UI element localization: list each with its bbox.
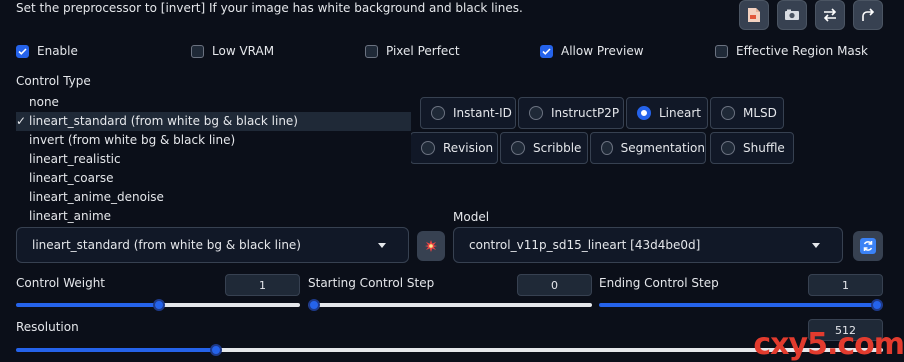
refresh-icon — [860, 238, 876, 254]
radio-segmentation[interactable]: Segmentation — [590, 132, 706, 164]
radio-label: Segmentation — [620, 141, 705, 155]
pixel-perfect-label: Pixel Perfect — [386, 44, 460, 58]
chevron-down-icon — [812, 243, 820, 248]
open-file-button[interactable] — [739, 0, 769, 30]
dropdown-option[interactable]: lineart_anime — [16, 207, 411, 226]
radio-mlsd[interactable]: MLSD — [710, 97, 784, 129]
radio-label: Instant-ID — [453, 106, 512, 120]
radio-dot-icon — [721, 141, 735, 155]
dropdown-option[interactable]: invert (from white bg & black line) — [16, 131, 411, 150]
radio-lineart[interactable]: Lineart — [626, 97, 708, 129]
radio-dot-icon — [529, 106, 543, 120]
control-weight-slider-thumb[interactable] — [153, 299, 165, 311]
radio-revision[interactable]: Revision — [410, 132, 498, 164]
resolution-label: Resolution — [16, 320, 79, 334]
control-weight-slider-fill — [16, 303, 158, 307]
control-type-label: Control Type — [16, 74, 91, 88]
explosion-icon — [425, 240, 437, 252]
control-weight-label: Control Weight — [16, 276, 105, 290]
radio-dot-icon — [601, 141, 613, 155]
run-preprocessor-button[interactable] — [417, 231, 445, 261]
radio-scribble[interactable]: Scribble — [500, 132, 588, 164]
send-icon — [862, 8, 875, 21]
file-icon — [748, 8, 760, 22]
radio-label: Shuffle — [743, 141, 785, 155]
preprocessor-hint: Set the preprocessor to [invert] If your… — [16, 1, 523, 15]
radio-label: InstructP2P — [551, 106, 620, 120]
effective-region-mask-checkbox[interactable]: Effective Region Mask — [715, 44, 868, 58]
radio-instructp2p[interactable]: InstructP2P — [518, 97, 624, 129]
starting-step-slider-thumb[interactable] — [308, 299, 320, 311]
preprocessor-value: lineart_standard (from white bg & black … — [32, 238, 301, 252]
ending-step-label: Ending Control Step — [599, 276, 719, 290]
resolution-slider-thumb[interactable] — [210, 344, 222, 356]
radio-dot-icon — [721, 106, 735, 120]
dropdown-option[interactable]: lineart_anime_denoise — [16, 188, 411, 207]
pixel-perfect-checkbox[interactable]: Pixel Perfect — [365, 44, 460, 58]
starting-step-slider-track[interactable] — [308, 303, 592, 307]
radio-dot-icon — [431, 106, 445, 120]
radio-dot-icon — [421, 141, 435, 155]
preprocessor-select[interactable]: lineart_standard (from white bg & black … — [16, 227, 409, 263]
dropdown-option[interactable]: none — [16, 93, 411, 112]
dropdown-option[interactable]: lineart_coarse — [16, 169, 411, 188]
radio-dot-icon — [511, 141, 525, 155]
checkbox-checked-icon — [540, 44, 553, 58]
dropdown-option-selected[interactable]: ✓ lineart_standard (from white bg & black… — [16, 112, 411, 131]
checkmark-icon: ✓ — [16, 114, 27, 128]
model-select[interactable]: control_v11p_sd15_lineart [43d4be0d] — [453, 227, 843, 263]
camera-icon — [785, 9, 799, 20]
radio-label: MLSD — [743, 106, 777, 120]
preprocessor-dropdown-list: none ✓ lineart_standard (from white bg & … — [16, 93, 411, 226]
chevron-down-icon — [378, 243, 386, 248]
ending-step-slider-thumb[interactable] — [871, 299, 883, 311]
enable-checkbox[interactable]: Enable — [16, 44, 78, 58]
enable-label: Enable — [37, 44, 78, 58]
send-button[interactable] — [853, 0, 883, 30]
starting-step-input[interactable]: 0 — [517, 274, 592, 296]
control-weight-slider-track[interactable] — [158, 303, 300, 307]
low-vram-label: Low VRAM — [212, 44, 275, 58]
camera-button[interactable] — [777, 0, 807, 30]
control-weight-input[interactable]: 1 — [225, 274, 300, 296]
swap-button[interactable] — [815, 0, 845, 30]
ending-step-input[interactable]: 1 — [808, 274, 883, 296]
checkbox-empty-icon — [715, 44, 728, 58]
radio-label: Revision — [443, 141, 494, 155]
radio-instant-id[interactable]: Instant-ID — [420, 97, 516, 129]
dropdown-option[interactable]: lineart_realistic — [16, 150, 411, 169]
checkbox-empty-icon — [191, 44, 204, 58]
starting-step-label: Starting Control Step — [308, 276, 435, 290]
model-value: control_v11p_sd15_lineart [43d4be0d] — [469, 238, 701, 252]
effective-region-mask-label: Effective Region Mask — [736, 44, 868, 58]
swap-icon — [823, 8, 837, 22]
checkbox-checked-icon — [16, 44, 29, 58]
ending-step-slider-fill[interactable] — [599, 303, 883, 307]
allow-preview-checkbox[interactable]: Allow Preview — [540, 44, 644, 58]
checkbox-empty-icon — [365, 44, 378, 58]
refresh-models-button[interactable] — [853, 231, 883, 261]
low-vram-checkbox[interactable]: Low VRAM — [191, 44, 274, 58]
radio-dot-selected-icon — [637, 106, 651, 120]
allow-preview-label: Allow Preview — [561, 44, 644, 58]
radio-shuffle[interactable]: Shuffle — [710, 132, 794, 164]
radio-label: Lineart — [659, 106, 701, 120]
resolution-slider-fill — [16, 348, 216, 352]
watermark: cxy5.com — [753, 327, 904, 362]
radio-label: Scribble — [533, 141, 582, 155]
model-label: Model — [453, 210, 490, 224]
